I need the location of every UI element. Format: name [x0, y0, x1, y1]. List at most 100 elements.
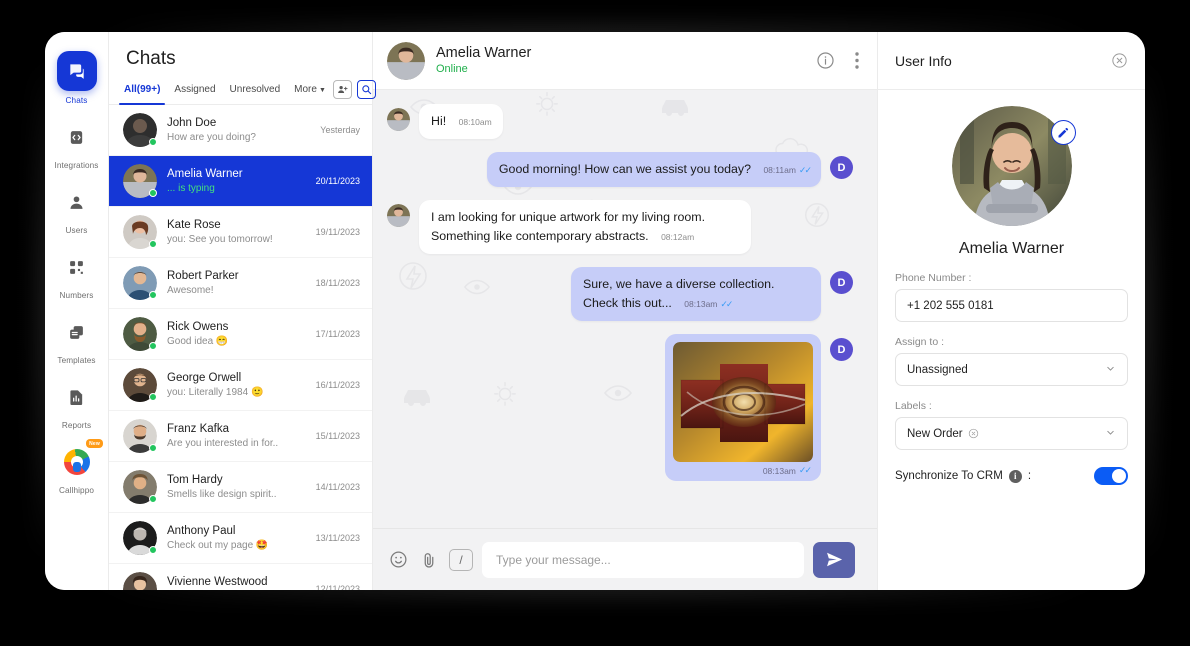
list-item[interactable]: Tom Hardy Smells like design spirit.. 14… — [109, 462, 372, 513]
agent-avatar: D — [830, 338, 853, 361]
more-vertical-icon[interactable] — [855, 52, 859, 69]
message-list[interactable]: Hi! 08:10am Good morning! How can we ass… — [373, 90, 877, 528]
send-button[interactable] — [813, 541, 855, 578]
add-contact-icon[interactable] — [332, 80, 352, 99]
sidebar-item-integrations[interactable]: Integrations — [45, 111, 108, 176]
list-item-preview: Good idea 😁 — [167, 335, 229, 347]
avatar — [123, 266, 157, 300]
tab-assigned[interactable]: Assigned — [167, 79, 222, 104]
edit-pencil-icon[interactable] — [1050, 120, 1076, 145]
sidebar-item-chats[interactable]: Chats — [45, 44, 108, 111]
primary-sidebar: Chats Integrations Users Numbers Templat… — [45, 32, 108, 590]
message-bubble: Sure, we have a diverse collection. Chec… — [571, 267, 821, 321]
online-dot — [149, 393, 157, 401]
list-item-preview: Awesome! — [167, 284, 214, 296]
new-badge: New — [86, 439, 103, 448]
list-item-date: Yesterday — [320, 125, 360, 135]
image-message-bubble[interactable]: 08:13am ✓✓ — [665, 334, 821, 481]
chat-list-title: Chats — [126, 48, 176, 69]
info-filled-icon[interactable]: i — [1008, 469, 1022, 483]
list-item-date: 14/11/2023 — [315, 482, 360, 492]
list-item[interactable]: Amelia Warner ... is typing 20/11/2023 — [109, 156, 372, 207]
message-meta: 08:13am ✓✓ — [684, 298, 733, 310]
message-meta: 08:13am ✓✓ — [673, 462, 813, 478]
sidebar-item-numbers[interactable]: Numbers — [45, 241, 108, 306]
sidebar-item-users[interactable]: Users — [45, 176, 108, 241]
conversation-contact-name: Amelia Warner — [436, 45, 532, 61]
sidebar-item-label: Numbers — [59, 291, 94, 300]
label-chip-value: New Order — [907, 427, 963, 440]
remove-label-icon[interactable] — [968, 428, 979, 439]
message-time: 08:10am — [458, 117, 492, 127]
list-item-date: 12/11/2023 — [315, 584, 360, 590]
conversation-contact-status: Online — [436, 63, 468, 75]
message-time: 08:13am — [684, 299, 718, 309]
sidebar-item-label: Integrations — [54, 161, 99, 170]
copy-icon — [58, 313, 96, 351]
message-input[interactable] — [482, 541, 804, 578]
avatar — [123, 572, 157, 590]
info-circle-icon[interactable] — [816, 51, 835, 70]
sidebar-item-label: Chats — [65, 96, 88, 105]
agent-avatar: D — [830, 156, 853, 179]
online-dot — [149, 495, 157, 503]
tab-all[interactable]: All(99+) — [117, 79, 167, 105]
tab-more[interactable]: More ▼ — [287, 79, 333, 104]
list-item-date: 13/11/2023 — [315, 533, 360, 543]
sidebar-item-callhippo[interactable]: New Callhippo — [45, 436, 108, 501]
message-text: Good morning! How can we assist you toda… — [498, 162, 751, 176]
sidebar-item-templates[interactable]: Templates — [45, 306, 108, 371]
list-item-name: John Doe — [167, 116, 217, 129]
synchronize-to-crm-toggle[interactable] — [1094, 467, 1128, 485]
list-item[interactable]: Kate Rose you: See you tomorrow! 19/11/2… — [109, 207, 372, 258]
labels-select[interactable]: New Order — [895, 417, 1128, 450]
list-item-preview: ... is typing — [167, 182, 215, 194]
read-receipt-icon: ✓✓ — [720, 298, 733, 309]
list-item[interactable]: George Orwell you: Literally 1984 🙂 16/1… — [109, 360, 372, 411]
message-time: 08:11am — [763, 165, 796, 175]
chat-list-filter-tabs: All(99+) Assigned Unresolved More ▼ — [109, 79, 376, 105]
list-item[interactable]: Anthony Paul Check out my page 🤩 13/11/2… — [109, 513, 372, 564]
chevron-down-icon — [1105, 363, 1116, 377]
avatar — [123, 368, 157, 402]
message-bubble: I am looking for unique artwork for my l… — [419, 200, 751, 254]
list-item[interactable]: Rick Owens Good idea 😁 17/11/2023 — [109, 309, 372, 360]
user-info-body: Amelia Warner Phone Number : +1 202 555 … — [878, 90, 1145, 485]
chat-list-scroll[interactable]: John Doe How are you doing? Yesterday Am… — [109, 105, 372, 590]
avatar — [123, 317, 157, 351]
phone-number-field[interactable]: +1 202 555 0181 — [895, 289, 1128, 322]
paperclip-icon[interactable] — [418, 549, 440, 571]
chat-list-panel: Chats All(99+) Assigned Unresolved More ▼ — [108, 32, 376, 590]
message-row: 08:13am ✓✓ D — [387, 334, 853, 481]
message-row: I am looking for unique artwork for my l… — [387, 200, 853, 254]
message-bubble: Good morning! How can we assist you toda… — [486, 152, 821, 187]
report-chart-icon — [58, 378, 96, 416]
message-time: 08:13am — [762, 465, 796, 476]
assign-to-select[interactable]: Unassigned — [895, 353, 1128, 386]
artwork-image[interactable] — [673, 342, 813, 462]
profile-avatar — [951, 106, 1076, 226]
chevron-down-icon — [1105, 427, 1116, 441]
message-meta: 08:11am ✓✓ — [763, 165, 812, 176]
list-item[interactable]: Robert Parker Awesome! 18/11/2023 — [109, 258, 372, 309]
synchronize-to-crm-label: Synchronize To CRM — [895, 470, 1003, 482]
message-text: Hi! — [431, 114, 447, 128]
list-item[interactable]: John Doe How are you doing? Yesterday — [109, 105, 372, 156]
list-item[interactable]: Vivienne Westwood This cat is so funny 😺… — [109, 564, 372, 590]
message-composer: / — [373, 528, 877, 590]
close-circle-icon[interactable] — [1111, 52, 1128, 69]
list-item-name: George Orwell — [167, 371, 242, 384]
conversation-header: Amelia Warner Online — [373, 32, 877, 90]
chat-list-actions — [332, 80, 376, 103]
code-clipboard-icon — [58, 118, 96, 156]
tab-unresolved[interactable]: Unresolved — [223, 79, 288, 104]
avatar — [387, 204, 410, 227]
sidebar-item-reports[interactable]: Reports — [45, 371, 108, 436]
list-item-preview: you: Literally 1984 🙂 — [167, 386, 264, 398]
slash-command-button[interactable]: / — [449, 548, 473, 571]
message-text: Sure, we have a diverse collection. Chec… — [583, 277, 775, 310]
emoji-smile-icon[interactable] — [387, 549, 409, 571]
list-item-name: Tom Hardy — [167, 473, 223, 486]
list-item-name: Franz Kafka — [167, 422, 229, 435]
list-item[interactable]: Franz Kafka Are you interested in for.. … — [109, 411, 372, 462]
